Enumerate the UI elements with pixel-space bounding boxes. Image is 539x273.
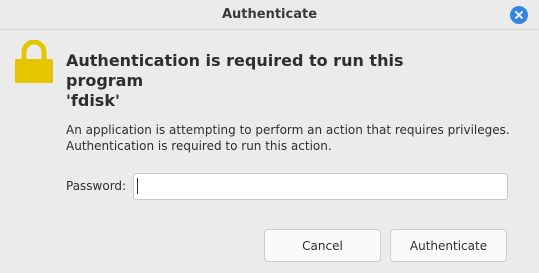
- close-button[interactable]: [510, 6, 528, 24]
- heading-line-2: 'fdisk': [66, 91, 120, 110]
- dialog-description: An application is attempting to perform …: [66, 122, 526, 154]
- lock-icon: [15, 40, 53, 83]
- text-caret: [137, 178, 138, 194]
- close-icon: [515, 11, 523, 19]
- heading-line-1: Authentication is required to run this p…: [66, 51, 404, 90]
- dialog-heading: Authentication is required to run this p…: [66, 51, 486, 111]
- window-title: Authenticate: [221, 7, 318, 22]
- description-line-2: Authentication is required to run this a…: [66, 139, 332, 153]
- description-line-1: An application is attempting to perform …: [66, 123, 510, 137]
- password-label: Password:: [66, 179, 127, 193]
- authenticate-button[interactable]: Authenticate: [390, 229, 507, 262]
- cancel-button[interactable]: Cancel: [264, 229, 381, 262]
- password-input[interactable]: [133, 173, 508, 200]
- title-bar: Authenticate: [0, 0, 539, 30]
